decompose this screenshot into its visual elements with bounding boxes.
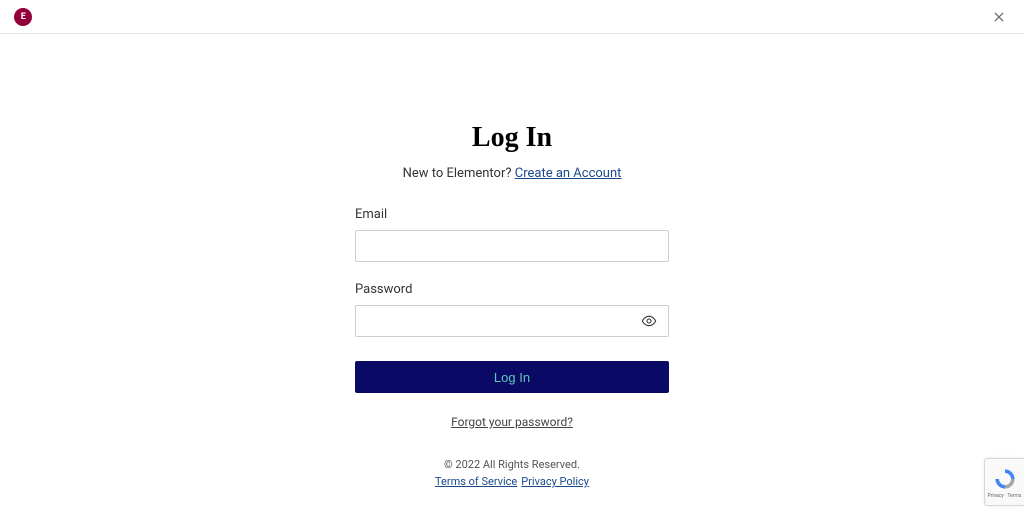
footer-links: Terms of Service Privacy Policy [0, 475, 1024, 488]
create-account-link[interactable]: Create an Account [515, 166, 622, 181]
recaptcha-badge: Privacy · Terms [984, 458, 1024, 506]
subtitle: New to Elementor? Create an Account [403, 166, 622, 181]
email-label: Email [355, 207, 669, 222]
page-title: Log In [472, 122, 552, 154]
login-button[interactable]: Log In [355, 361, 669, 393]
toggle-password-visibility-button[interactable] [637, 309, 661, 333]
elementor-logo: E [14, 8, 32, 26]
login-form: Email Password Log In Forgot your passwo… [355, 207, 669, 430]
close-icon [992, 10, 1006, 24]
login-panel: Log In New to Elementor? Create an Accou… [0, 34, 1024, 430]
subtitle-text: New to Elementor? [403, 166, 515, 181]
password-field-group: Password [355, 282, 669, 337]
privacy-link[interactable]: Privacy Policy [521, 475, 589, 488]
recaptcha-icon [993, 467, 1017, 491]
terms-link[interactable]: Terms of Service [435, 475, 517, 488]
email-input[interactable] [355, 230, 669, 262]
forgot-password-link[interactable]: Forgot your password? [451, 415, 573, 429]
recaptcha-legal-text: Privacy · Terms [988, 493, 1022, 499]
eye-icon [641, 313, 657, 329]
logo-glyph: E [21, 12, 26, 22]
forgot-wrapper: Forgot your password? [355, 411, 669, 430]
copyright-text: © 2022 All Rights Reserved. [0, 458, 1024, 471]
password-label: Password [355, 282, 669, 297]
top-bar: E [0, 0, 1024, 34]
password-input[interactable] [355, 305, 669, 337]
footer: © 2022 All Rights Reserved. Terms of Ser… [0, 458, 1024, 488]
email-field-group: Email [355, 207, 669, 262]
close-button[interactable] [988, 6, 1010, 28]
